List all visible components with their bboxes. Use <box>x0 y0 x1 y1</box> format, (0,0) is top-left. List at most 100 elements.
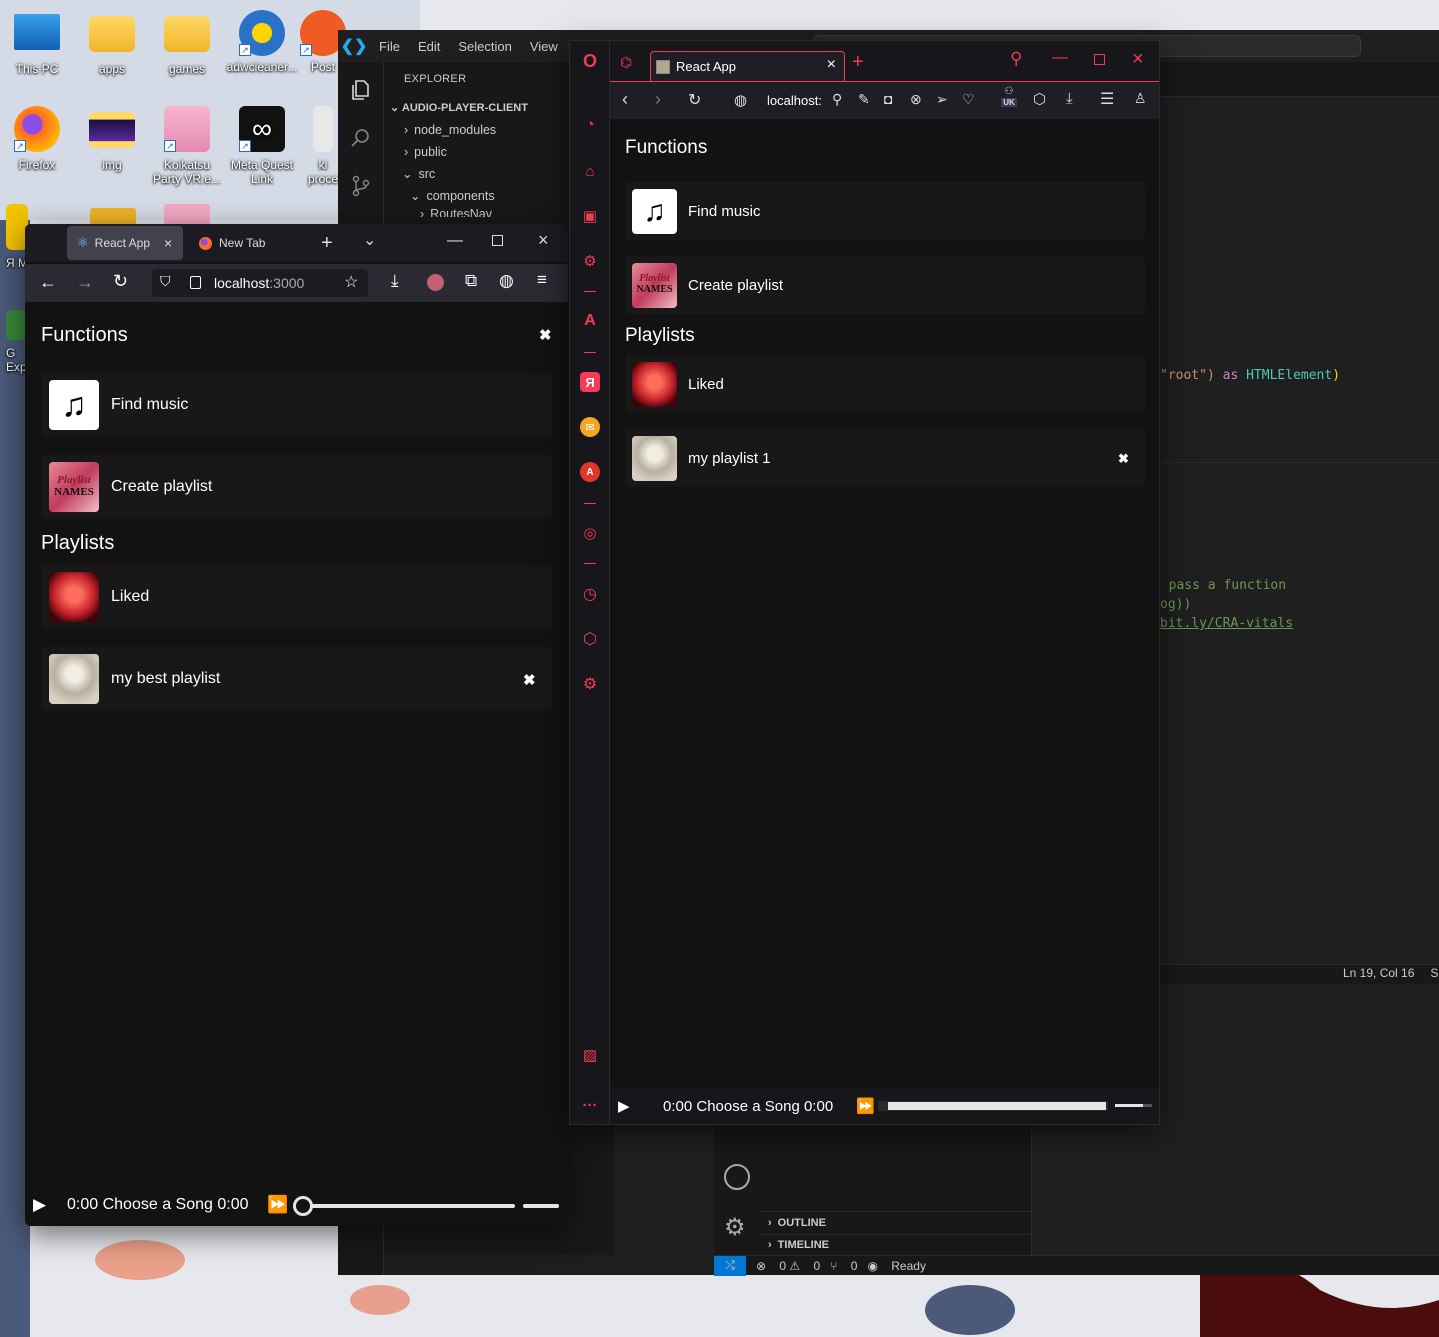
vpn-icon[interactable]: ⚇ UK <box>998 86 1020 114</box>
volume-slider[interactable] <box>523 1204 559 1208</box>
desktop-icon-koikatsu-partial[interactable] <box>164 204 210 224</box>
search-icon[interactable] <box>338 114 384 162</box>
desktop-icon-games[interactable]: games <box>151 10 223 76</box>
delete-playlist-icon[interactable]: ✖ <box>523 673 536 688</box>
desktop-icon-ki[interactable]: ki proce <box>305 106 341 186</box>
cursor-position[interactable]: Ln 19, Col 16 S <box>1343 966 1438 980</box>
settings-icon[interactable]: ⚙ <box>580 674 600 694</box>
downloads-icon[interactable]: ⤓ <box>1066 90 1073 107</box>
yandex-icon[interactable]: Я <box>580 372 600 392</box>
reload-icon[interactable]: ↻ <box>688 90 701 110</box>
maximize-icon[interactable] <box>1094 54 1105 65</box>
desktop-icon-adwcleaner[interactable]: ↗ adwcleaner... <box>226 10 298 74</box>
gamepad-icon[interactable]: ⌬ <box>620 54 632 71</box>
playlist-item[interactable]: my best playlist ✖ <box>41 647 552 711</box>
aria-icon[interactable]: A <box>580 311 600 331</box>
cube-icon[interactable]: ⬡ <box>580 629 600 649</box>
next-icon[interactable]: ⏩ <box>856 1097 875 1115</box>
wallpaper-icon[interactable]: ▨ <box>580 1045 600 1065</box>
function-create-playlist[interactable]: Playlist NAMES Create playlist <box>625 256 1145 314</box>
play-icon[interactable]: ▶ <box>33 1195 46 1215</box>
list-tabs-chevron-icon[interactable]: ⌄ <box>363 230 376 250</box>
seek-thumb[interactable] <box>293 1196 313 1216</box>
tab-react-app[interactable]: React App × <box>650 51 845 81</box>
desktop-icon-folder-partial[interactable] <box>90 208 136 224</box>
tab-new-tab[interactable]: New Tab <box>189 226 309 260</box>
extensions-icon[interactable]: ⧉ <box>465 271 477 291</box>
playlist-liked[interactable]: Liked <box>625 355 1145 413</box>
function-find-music[interactable]: ♫ Find music <box>41 373 552 437</box>
bookmark-star-icon[interactable]: ☆ <box>344 272 358 292</box>
url-bar[interactable]: ⛉ localhost:3000 ☆ <box>152 269 368 297</box>
function-create-playlist[interactable]: Playlist NAMES Create playlist <box>41 455 552 519</box>
back-icon[interactable]: ‹ <box>622 89 628 110</box>
twitch-icon[interactable]: ▣ <box>580 206 600 226</box>
minimize-icon[interactable]: — <box>1052 49 1068 67</box>
mail-icon[interactable]: ✉ <box>580 417 600 437</box>
close-window-icon[interactable]: × <box>1132 48 1144 71</box>
adblock-icon[interactable]: ⊗ <box>910 91 922 108</box>
reload-icon[interactable]: ↻ <box>113 271 128 292</box>
errors-status[interactable]: ⊗ 0 ⚠ 0 <box>756 1259 820 1273</box>
account-avatar-icon[interactable] <box>427 274 444 291</box>
close-functions-icon[interactable]: ✖ <box>539 328 552 343</box>
remote-icon[interactable]: ⤭ <box>714 1255 746 1276</box>
menu-hamburger-icon[interactable]: ≡ <box>537 270 547 290</box>
gx-corner-icon[interactable]: ⌂ <box>580 161 600 181</box>
forward-icon[interactable]: › <box>655 89 661 110</box>
address-bar[interactable]: localhost: <box>767 93 822 108</box>
desktop-icon-meta-quest[interactable]: ∞ ↗ Meta Quest Link <box>226 106 298 186</box>
extensions-cube-icon[interactable]: ⬡ <box>1033 90 1046 108</box>
camera-icon[interactable]: ◘ <box>884 91 892 107</box>
close-tab-icon[interactable]: × <box>164 235 172 251</box>
desktop-icon-this-pc[interactable]: This PC <box>1 10 73 76</box>
minimize-icon[interactable]: — <box>447 232 463 250</box>
desktop-icon-koikatsu[interactable]: ↗ Koikatsu Party VR.e... <box>151 106 223 186</box>
next-icon[interactable]: ⏩ <box>267 1195 288 1215</box>
delete-playlist-icon[interactable]: ✖ <box>1118 451 1129 466</box>
volume-slider[interactable] <box>1115 1104 1152 1107</box>
accounts-icon[interactable] <box>724 1164 750 1190</box>
downloads-icon[interactable]: ⤓ <box>391 271 399 291</box>
easy-setup-icon[interactable]: ☰ <box>1100 89 1114 109</box>
playlist-item[interactable]: my playlist 1 ✖ <box>625 429 1145 487</box>
speed-dial-icon[interactable]: ◔ <box>580 114 600 134</box>
tab-react-app[interactable]: ⚛ React App × <box>67 226 183 260</box>
playlist-liked[interactable]: Liked <box>41 565 552 629</box>
timeline-section[interactable]: › TIMELINE <box>768 1239 829 1251</box>
source-control-icon[interactable] <box>338 162 384 210</box>
explorer-icon[interactable] <box>338 66 384 114</box>
seek-slider[interactable] <box>293 1196 515 1216</box>
forward-icon[interactable]: → <box>76 272 94 293</box>
close-window-icon[interactable]: × <box>538 230 549 251</box>
more-icon[interactable]: ··· <box>580 1095 600 1115</box>
translate-icon[interactable]: A <box>580 462 600 482</box>
edit-icon[interactable]: ✎ <box>858 91 870 108</box>
desktop-icon-apps[interactable]: apps <box>76 10 148 76</box>
opera-logo-icon[interactable]: O <box>580 51 600 71</box>
profile-icon[interactable]: ♙ <box>1134 90 1147 107</box>
new-tab-plus-icon[interactable]: + <box>852 51 864 74</box>
tab-search-icon[interactable]: ⚲ <box>1010 49 1022 69</box>
maximize-icon[interactable] <box>492 235 503 246</box>
ready-status[interactable]: ◉ Ready <box>867 1259 926 1273</box>
new-tab-plus-icon[interactable]: + <box>321 232 333 255</box>
menu-selection[interactable]: Selection <box>449 39 520 54</box>
outline-section[interactable]: › OUTLINE <box>768 1217 826 1229</box>
player-icon[interactable]: ◎ <box>580 523 600 543</box>
history-icon[interactable]: ◷ <box>580 584 600 604</box>
play-icon[interactable]: ▶ <box>618 1097 630 1115</box>
desktop-icon-img[interactable]: img <box>76 106 148 172</box>
code-link[interactable]: bit.ly/CRA-vitals <box>1160 616 1293 631</box>
seek-slider[interactable] <box>878 1101 1108 1111</box>
desktop-icon-firefox[interactable]: ↗ Firefox <box>1 106 73 172</box>
send-icon[interactable]: ➢ <box>936 91 948 108</box>
close-tab-icon[interactable]: × <box>827 56 836 74</box>
menu-edit[interactable]: Edit <box>409 39 449 54</box>
back-icon[interactable]: ← <box>39 272 57 293</box>
menu-file[interactable]: File <box>370 39 409 54</box>
ports-status[interactable]: ⑂ 0 <box>830 1259 857 1273</box>
heart-icon[interactable]: ♡ <box>962 91 975 108</box>
globe-icon[interactable]: ◍ <box>499 271 514 291</box>
gx-control-icon[interactable]: ⚙ <box>580 251 600 271</box>
